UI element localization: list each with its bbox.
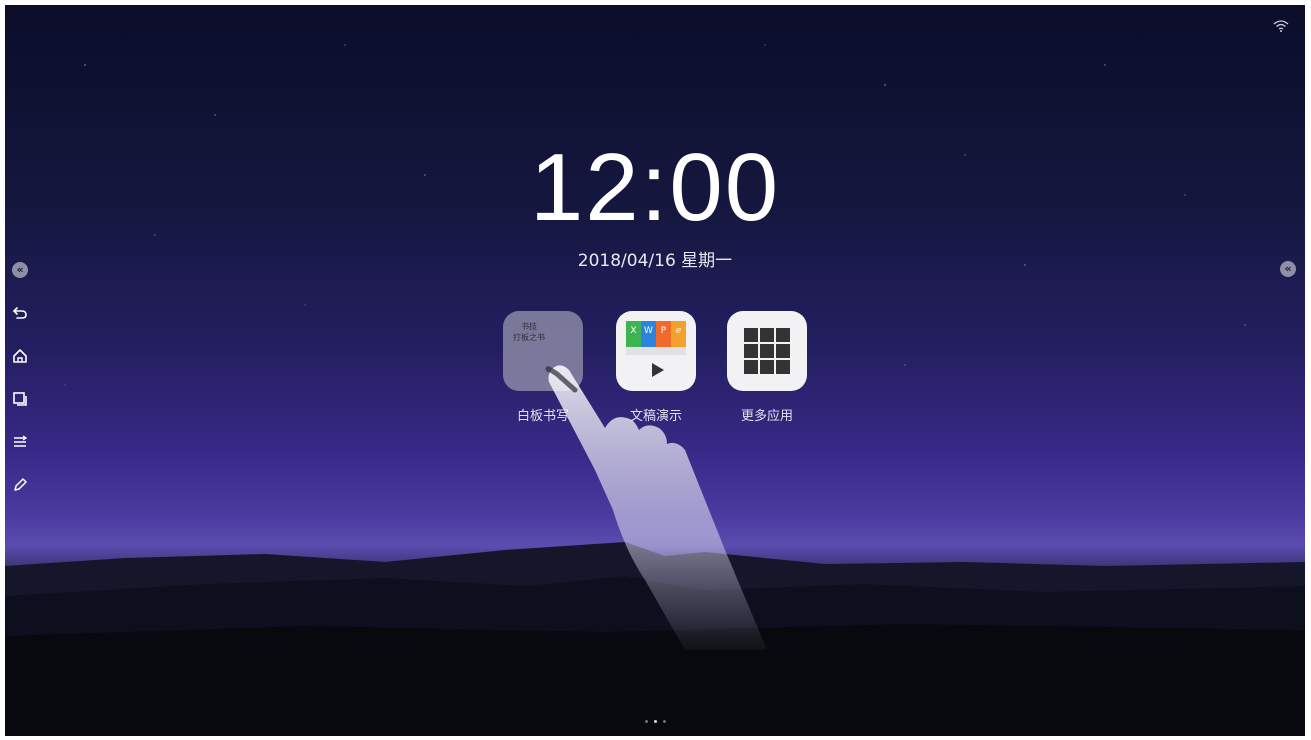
- app-more[interactable]: 更多应用: [725, 311, 809, 424]
- pen-button[interactable]: [9, 474, 31, 496]
- whiteboard-tile-text-1: 书技: [521, 322, 537, 331]
- clock-time: 12:00: [529, 134, 781, 241]
- app-whiteboard[interactable]: 书技 打板之书 白板书写: [501, 311, 585, 424]
- play-icon: [652, 363, 664, 377]
- wifi-icon: [1273, 20, 1289, 32]
- multitask-button[interactable]: [9, 388, 31, 410]
- letter-e: ℯ: [676, 326, 681, 336]
- app-grid-icon[interactable]: [727, 311, 807, 391]
- whiteboard-tile-text-2: 打板之书: [513, 333, 545, 342]
- presentation-graphic: X W P ℯ: [626, 321, 686, 377]
- left-sidebar: «: [9, 259, 31, 517]
- pen-icon: [14, 478, 27, 491]
- home-screen: 12:00 2018/04/16 星期一 书技 打板之书 白板书写 X W P …: [5, 5, 1305, 736]
- letter-x: X: [630, 326, 636, 336]
- back-button[interactable]: [9, 302, 31, 324]
- settings-sliders-icon: [14, 435, 28, 447]
- mountain-silhouette: [5, 542, 1305, 736]
- app-label-whiteboard: 白板书写: [516, 409, 569, 424]
- page-dot[interactable]: [663, 720, 666, 723]
- collapse-right-button[interactable]: «: [1280, 261, 1296, 277]
- collapse-right-icon: «: [1280, 261, 1296, 277]
- settings-sliders-button[interactable]: [9, 431, 31, 453]
- letter-p: P: [661, 326, 667, 336]
- collapse-left-icon: «: [12, 262, 28, 278]
- app-presentation[interactable]: X W P ℯ 文稿演示: [614, 311, 698, 424]
- clock-date: 2018/04/16 星期一: [577, 251, 733, 271]
- presentation-icon[interactable]: X W P ℯ: [616, 311, 696, 391]
- home-icon: [13, 349, 27, 363]
- whiteboard-icon[interactable]: 书技 打板之书: [503, 311, 583, 391]
- page-indicator: [645, 720, 666, 723]
- multitask-icon: [13, 392, 27, 406]
- page-dot[interactable]: [645, 720, 648, 723]
- back-icon: [12, 307, 27, 319]
- page-dot-active[interactable]: [654, 720, 657, 723]
- collapse-left-button[interactable]: «: [9, 259, 31, 281]
- app-label-presentation: 文稿演示: [629, 409, 682, 424]
- letter-w: W: [644, 326, 653, 336]
- home-button[interactable]: [9, 345, 31, 367]
- app-label-more: 更多应用: [740, 409, 793, 424]
